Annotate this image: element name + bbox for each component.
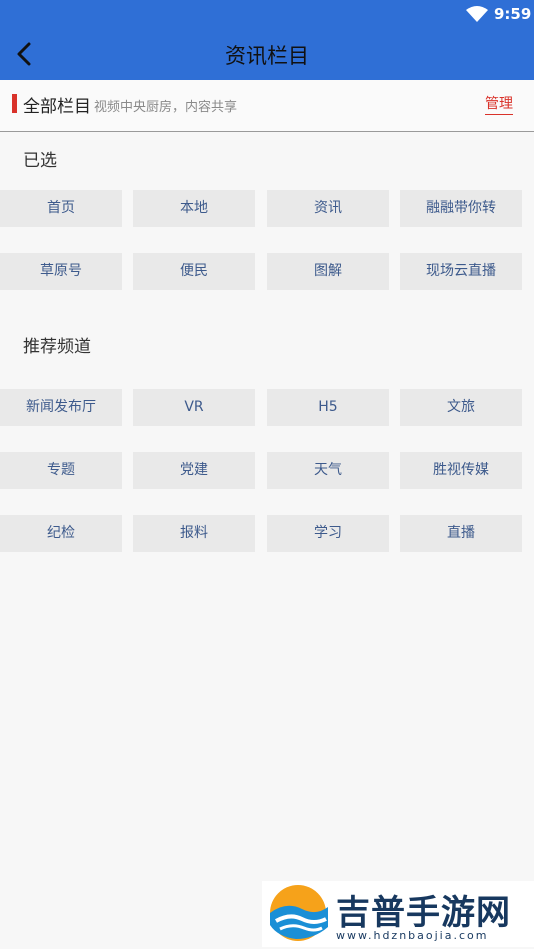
recommended-chip[interactable]: 学习 (267, 515, 389, 552)
recommended-chip[interactable]: 文旅 (400, 389, 522, 426)
selected-chip[interactable]: 资讯 (267, 190, 389, 227)
selected-chip[interactable]: 便民 (133, 253, 255, 290)
recommended-chip[interactable]: 天气 (267, 452, 389, 489)
accent-marker (12, 94, 17, 113)
recommended-chip[interactable]: 直播 (400, 515, 522, 552)
column-header: 全部栏目 视频中央厨房，内容共享 管理 (0, 80, 534, 132)
recommended-chip[interactable]: 报料 (133, 515, 255, 552)
status-time: 9:59 (494, 5, 532, 23)
recommended-chip[interactable]: 专题 (0, 452, 122, 489)
selected-chip[interactable]: 现场云直播 (400, 253, 522, 290)
watermark: 吉普手游网 www.hdznbaojia.com (262, 881, 534, 947)
recommended-chip[interactable]: 纪检 (0, 515, 122, 552)
selected-chip[interactable]: 融融带你转 (400, 190, 522, 227)
selected-chip[interactable]: 草原号 (0, 253, 122, 290)
page-title: 资讯栏目 (225, 44, 309, 68)
recommended-chip[interactable]: 党建 (133, 452, 255, 489)
recommended-chip[interactable]: H5 (267, 389, 389, 426)
recommended-section-title: 推荐频道 (23, 337, 91, 357)
selected-chip[interactable]: 本地 (133, 190, 255, 227)
app-bar: 资讯栏目 (0, 28, 534, 80)
watermark-text: 吉普手游网 (336, 893, 511, 933)
recommended-chip[interactable]: VR (133, 389, 255, 426)
recommended-chip[interactable]: 胜视传媒 (400, 452, 522, 489)
header-subtitle: 视频中央厨房，内容共享 (94, 100, 238, 115)
status-bar: 9:59 (0, 0, 534, 28)
selected-chip[interactable]: 首页 (0, 190, 122, 227)
watermark-url: www.hdznbaojia.com (336, 929, 489, 942)
manage-button[interactable]: 管理 (485, 93, 513, 115)
recommended-chip[interactable]: 新闻发布厅 (0, 389, 122, 426)
selected-section-title: 已选 (23, 151, 57, 171)
all-columns-label: 全部栏目 (23, 97, 91, 117)
watermark-logo-icon (270, 885, 328, 941)
selected-chip[interactable]: 图解 (267, 253, 389, 290)
wifi-icon (466, 6, 488, 22)
